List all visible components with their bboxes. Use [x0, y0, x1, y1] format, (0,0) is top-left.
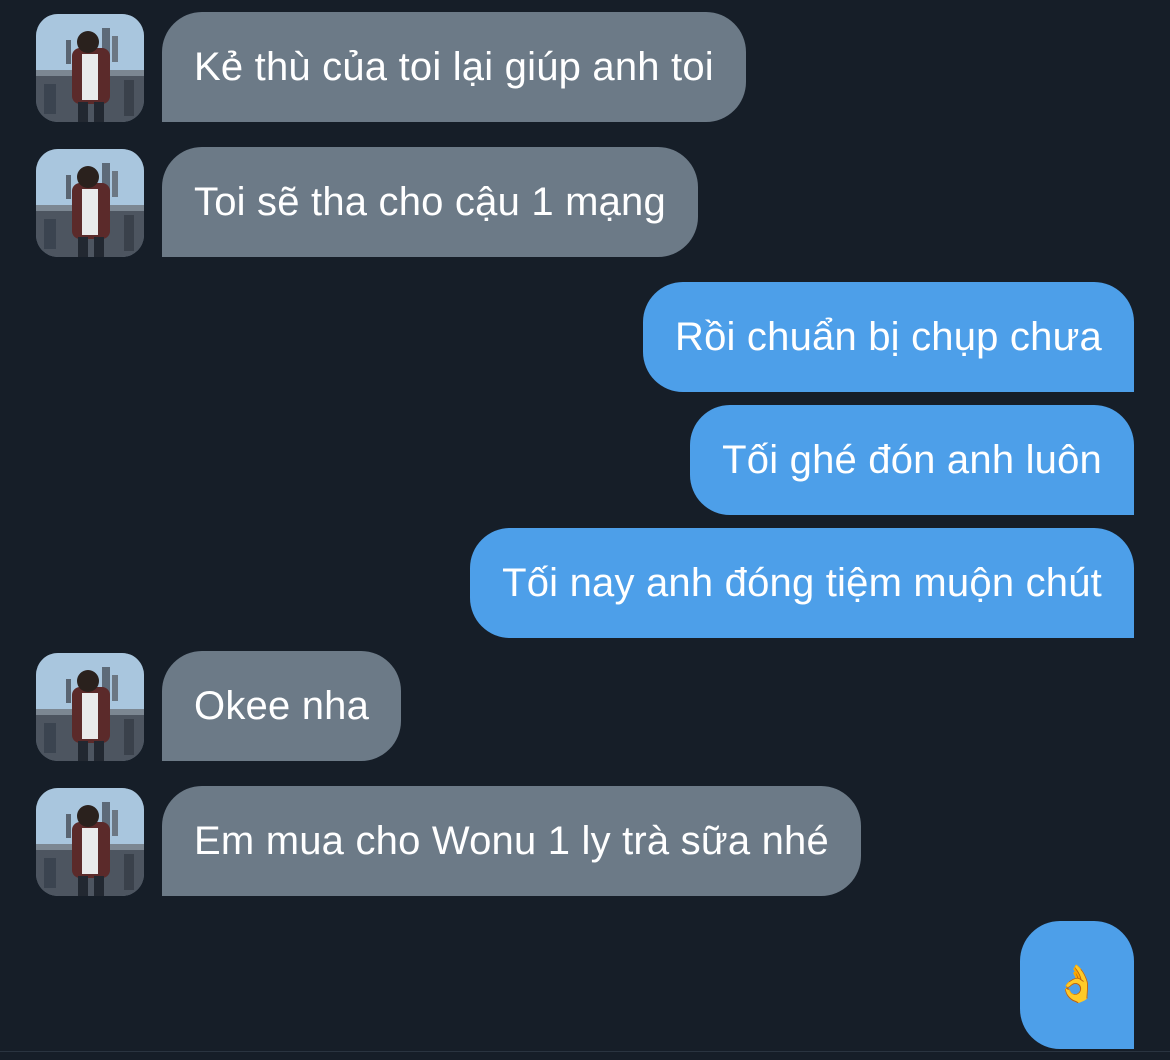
message-text: Rồi chuẩn bị chụp chưa	[675, 314, 1102, 359]
divider	[0, 1051, 1170, 1052]
ok-hand-emoji-icon: 👌	[1054, 964, 1100, 1005]
sender-avatar[interactable]	[36, 653, 144, 761]
message-bubble-outgoing[interactable]: 👌	[1020, 921, 1134, 1049]
sender-avatar[interactable]	[36, 788, 144, 896]
message-bubble-outgoing[interactable]: Tối nay anh đóng tiệm muộn chút	[470, 528, 1134, 638]
message-bubble-incoming[interactable]: Kẻ thù của toi lại giúp anh toi	[162, 12, 746, 122]
message-text: Tối ghé đón anh luôn	[722, 437, 1102, 482]
sender-avatar[interactable]	[36, 149, 144, 257]
message-bubble-outgoing[interactable]: Rồi chuẩn bị chụp chưa	[643, 282, 1134, 392]
message-text: Em mua cho Wonu 1 ly trà sữa nhé	[194, 818, 829, 863]
message-text: Okee nha	[194, 683, 370, 728]
message-bubble-incoming[interactable]: Em mua cho Wonu 1 ly trà sữa nhé	[162, 786, 861, 896]
message-bubble-outgoing[interactable]: Tối ghé đón anh luôn	[690, 405, 1134, 515]
message-text: Kẻ thù của toi lại giúp anh toi	[194, 44, 714, 89]
message-text: Tối nay anh đóng tiệm muộn chút	[502, 560, 1102, 605]
message-bubble-incoming[interactable]: Toi sẽ tha cho cậu 1 mạng	[162, 147, 698, 257]
message-bubble-incoming[interactable]: Okee nha	[162, 651, 402, 761]
chat-thread: Kẻ thù của toi lại giúp anh toi Toi sẽ t…	[0, 0, 1170, 1060]
sender-avatar[interactable]	[36, 14, 144, 122]
message-text: Toi sẽ tha cho cậu 1 mạng	[194, 179, 666, 224]
